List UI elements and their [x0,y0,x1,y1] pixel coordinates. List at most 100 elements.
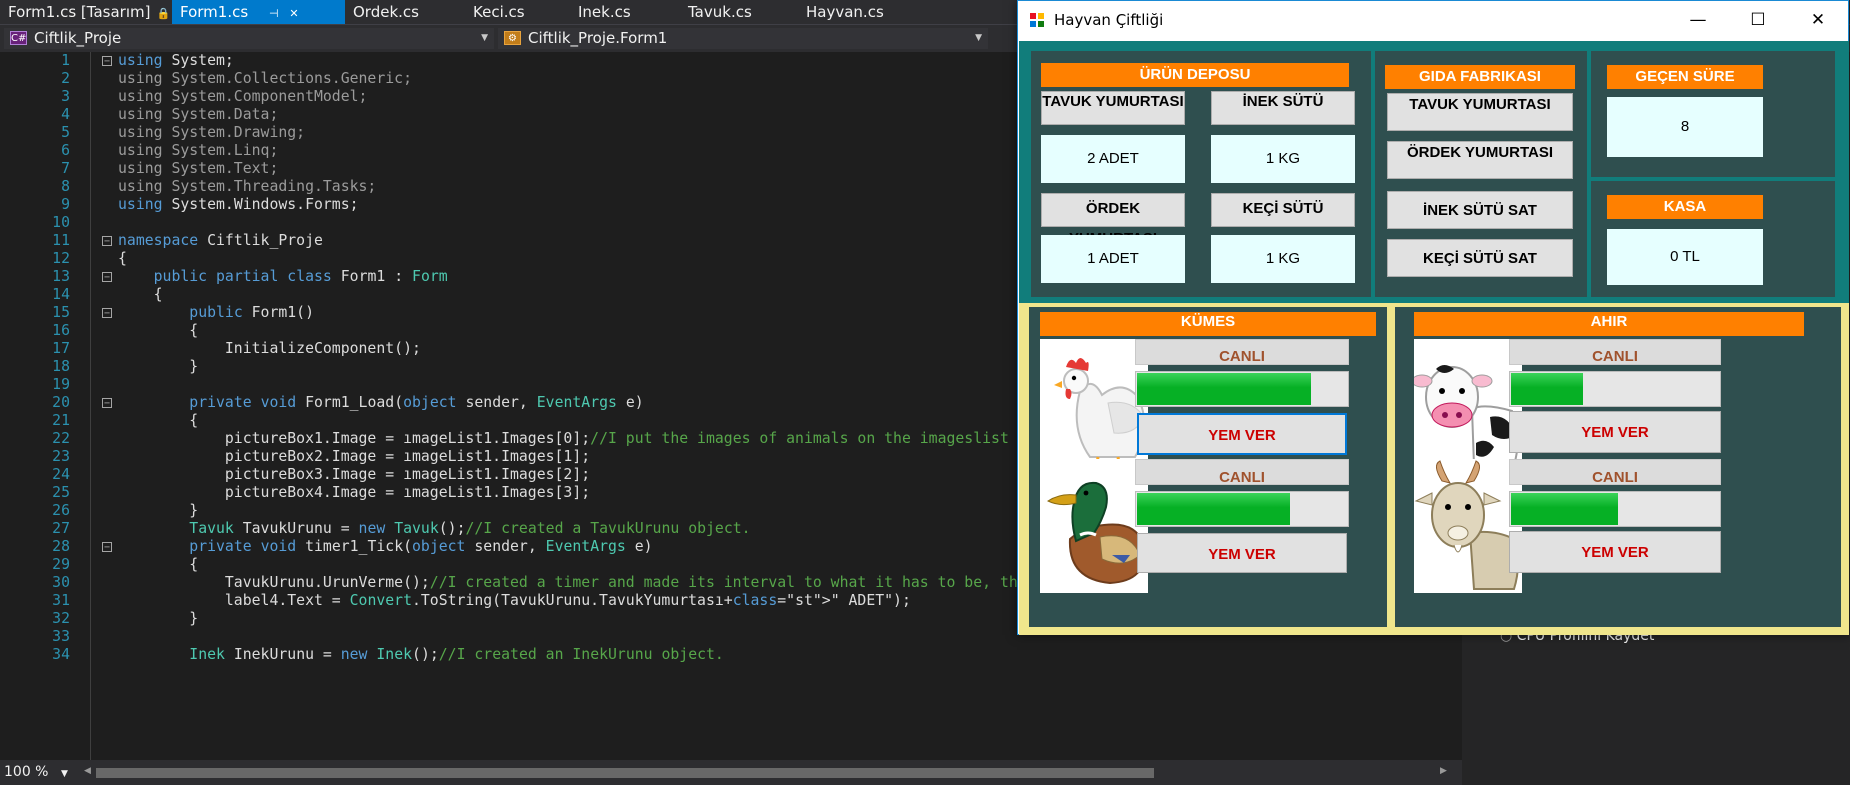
code-line: using System; [118,52,234,69]
line-number: 24 [52,466,70,483]
fold-toggle-icon[interactable]: − [102,272,112,283]
tab-label: Inek.cs [578,3,631,21]
cow-picture [1414,339,1522,473]
code-line: using System.Linq; [118,142,279,159]
tab-keci[interactable]: Keci.cs [465,0,565,24]
tavuk-yem-ver-button[interactable]: YEM VER [1137,413,1347,455]
ahir-header: AHIR [1414,312,1804,336]
code-line: } [118,358,199,375]
line-number: 16 [52,322,70,339]
gida-fabrikasi-group: GIDA FABRIKASI TAVUK YUMURTASI ÖRDEK YUM… [1375,51,1587,297]
scroll-right-arrow-icon[interactable]: ▶ [1440,766,1447,776]
close-icon[interactable]: ✕ [289,7,298,20]
csharp-project-icon: C# [10,31,27,45]
tab-form1-code[interactable]: Form1.cs ⊣ ✕ [172,0,345,24]
class-icon: ⚙ [504,31,521,45]
project-combo-value: Ciftlik_Proje [34,29,122,47]
ordek-health-fill [1137,493,1290,525]
inek-health-progress [1509,371,1721,407]
line-number: 18 [52,358,70,375]
code-line: using System.Windows.Forms; [118,196,359,213]
sat-ordek-yumurtasi-button[interactable]: ÖRDEK YUMURTASI [1387,141,1573,179]
line-number: 17 [52,340,70,357]
app-icon [1029,12,1045,28]
zoom-value: 100 % [4,764,49,780]
fold-toggle-icon[interactable]: − [102,236,112,247]
tab-label: Keci.cs [473,3,525,21]
line-number: 34 [52,646,70,663]
line-number: 26 [52,502,70,519]
code-line: { [118,556,199,573]
close-button[interactable]: ✕ [1788,1,1848,40]
inek-sutu-sat-button[interactable]: İNEK SÜTÜ SAT [1387,191,1573,229]
fold-toggle-icon[interactable]: − [102,56,112,67]
editor-status-bar: 100 % ▼ ◀ ▶ [0,760,1462,785]
line-number: 7 [61,160,70,177]
tab-ordek[interactable]: Ordek.cs [345,0,445,24]
fold-toggle-icon[interactable]: − [102,398,112,409]
code-line: pictureBox2.Image = ımageList1.Images[1]… [118,448,591,465]
maximize-button[interactable]: ☐ [1728,1,1788,40]
kumes-group: KÜMES CANLI YEM VER CANLI YEM VER [1029,307,1387,627]
line-number: 5 [61,124,70,141]
code-line: Inek InekUrunu = new Inek();//I created … [189,646,724,663]
lock-icon: 🔒 [156,7,171,20]
tavuk-yumurtasi-label: TAVUK YUMURTASI [1041,91,1185,125]
minimize-button[interactable]: — [1668,1,1728,40]
zoom-dropdown[interactable]: 100 % ▼ [4,763,74,782]
tab-inek[interactable]: Inek.cs [570,0,670,24]
line-number: 10 [52,214,70,231]
line-number: 1 [61,52,70,69]
kumes-header: KÜMES [1040,312,1376,336]
fold-toggle-icon[interactable]: − [102,308,112,319]
goat-picture [1414,459,1522,593]
line-number: 33 [52,628,70,645]
keci-sutu-sat-button[interactable]: KEÇİ SÜTÜ SAT [1387,239,1573,277]
pin-icon[interactable]: ⊣ [269,7,279,20]
horizontal-scrollbar-thumb[interactable] [96,768,1154,778]
inek-health-fill [1511,373,1583,405]
code-line: pictureBox3.Image = ımageList1.Images[2]… [118,466,591,483]
inek-status-label: CANLI [1509,339,1721,365]
code-line: public partial class Form1 : Form [153,268,448,285]
class-dropdown[interactable]: ⚙ Ciftlik_Proje.Form1 ▼ [498,28,988,49]
tab-label: Form1.cs [180,3,249,21]
keci-status-label: CANLI [1509,459,1721,486]
line-number: 4 [61,106,70,123]
sat-tavuk-yumurtasi-button[interactable]: TAVUK YUMURTASI [1387,93,1573,131]
code-line: public Form1() [189,304,315,321]
line-number: 2 [61,70,70,87]
code-line: pictureBox1.Image = ımageList1.Images[0]… [118,430,1009,447]
inek-yem-ver-button[interactable]: YEM VER [1509,411,1721,453]
keci-yem-ver-button[interactable]: YEM VER [1509,531,1721,573]
project-dropdown[interactable]: C# Ciftlik_Proje ▼ [4,28,494,49]
window-title: Hayvan Çiftliği [1054,11,1164,29]
line-number: 25 [52,484,70,501]
code-line: { [118,322,199,339]
kasa-header: KASA [1607,195,1763,219]
fold-toggle-icon[interactable]: − [102,542,112,553]
code-line: } [118,502,199,519]
class-combo-value: Ciftlik_Proje.Form1 [528,29,668,47]
code-line: { [118,250,127,267]
tab-label: Form1.cs [Tasarım] [8,3,151,21]
kasa-value: 0 TL [1607,229,1763,285]
code-line: using System.Drawing; [118,124,306,141]
urun-deposu-group: ÜRÜN DEPOSU TAVUK YUMURTASI İNEK SÜTÜ 2 … [1031,51,1371,297]
tab-hayvan[interactable]: Hayvan.cs [798,0,908,24]
tab-tavuk[interactable]: Tavuk.cs [680,0,790,24]
ordek-yumurtasi-label: ÖRDEK YUMURTASI [1041,193,1185,247]
form-client-area: ÜRÜN DEPOSU TAVUK YUMURTASI İNEK SÜTÜ 2 … [1019,41,1849,635]
scroll-left-arrow-icon[interactable]: ◀ [84,766,91,776]
tab-label: Ordek.cs [353,3,419,21]
ordek-yem-ver-button[interactable]: YEM VER [1137,533,1347,573]
chevron-down-icon: ▼ [975,33,982,43]
code-line: label4.Text = Convert.ToString(TavukUrun… [118,592,911,609]
keci-sutu-label: KEÇİ SÜTÜ [1211,193,1355,227]
line-number: 11 [52,232,70,249]
line-number: 3 [61,88,70,105]
code-line: private void timer1_Tick(object sender, … [189,538,653,555]
code-line: using System.Text; [118,160,279,177]
code-line: using System.ComponentModel; [118,88,368,105]
tab-form1-designer[interactable]: Form1.cs [Tasarım] 🔒 [0,0,172,24]
